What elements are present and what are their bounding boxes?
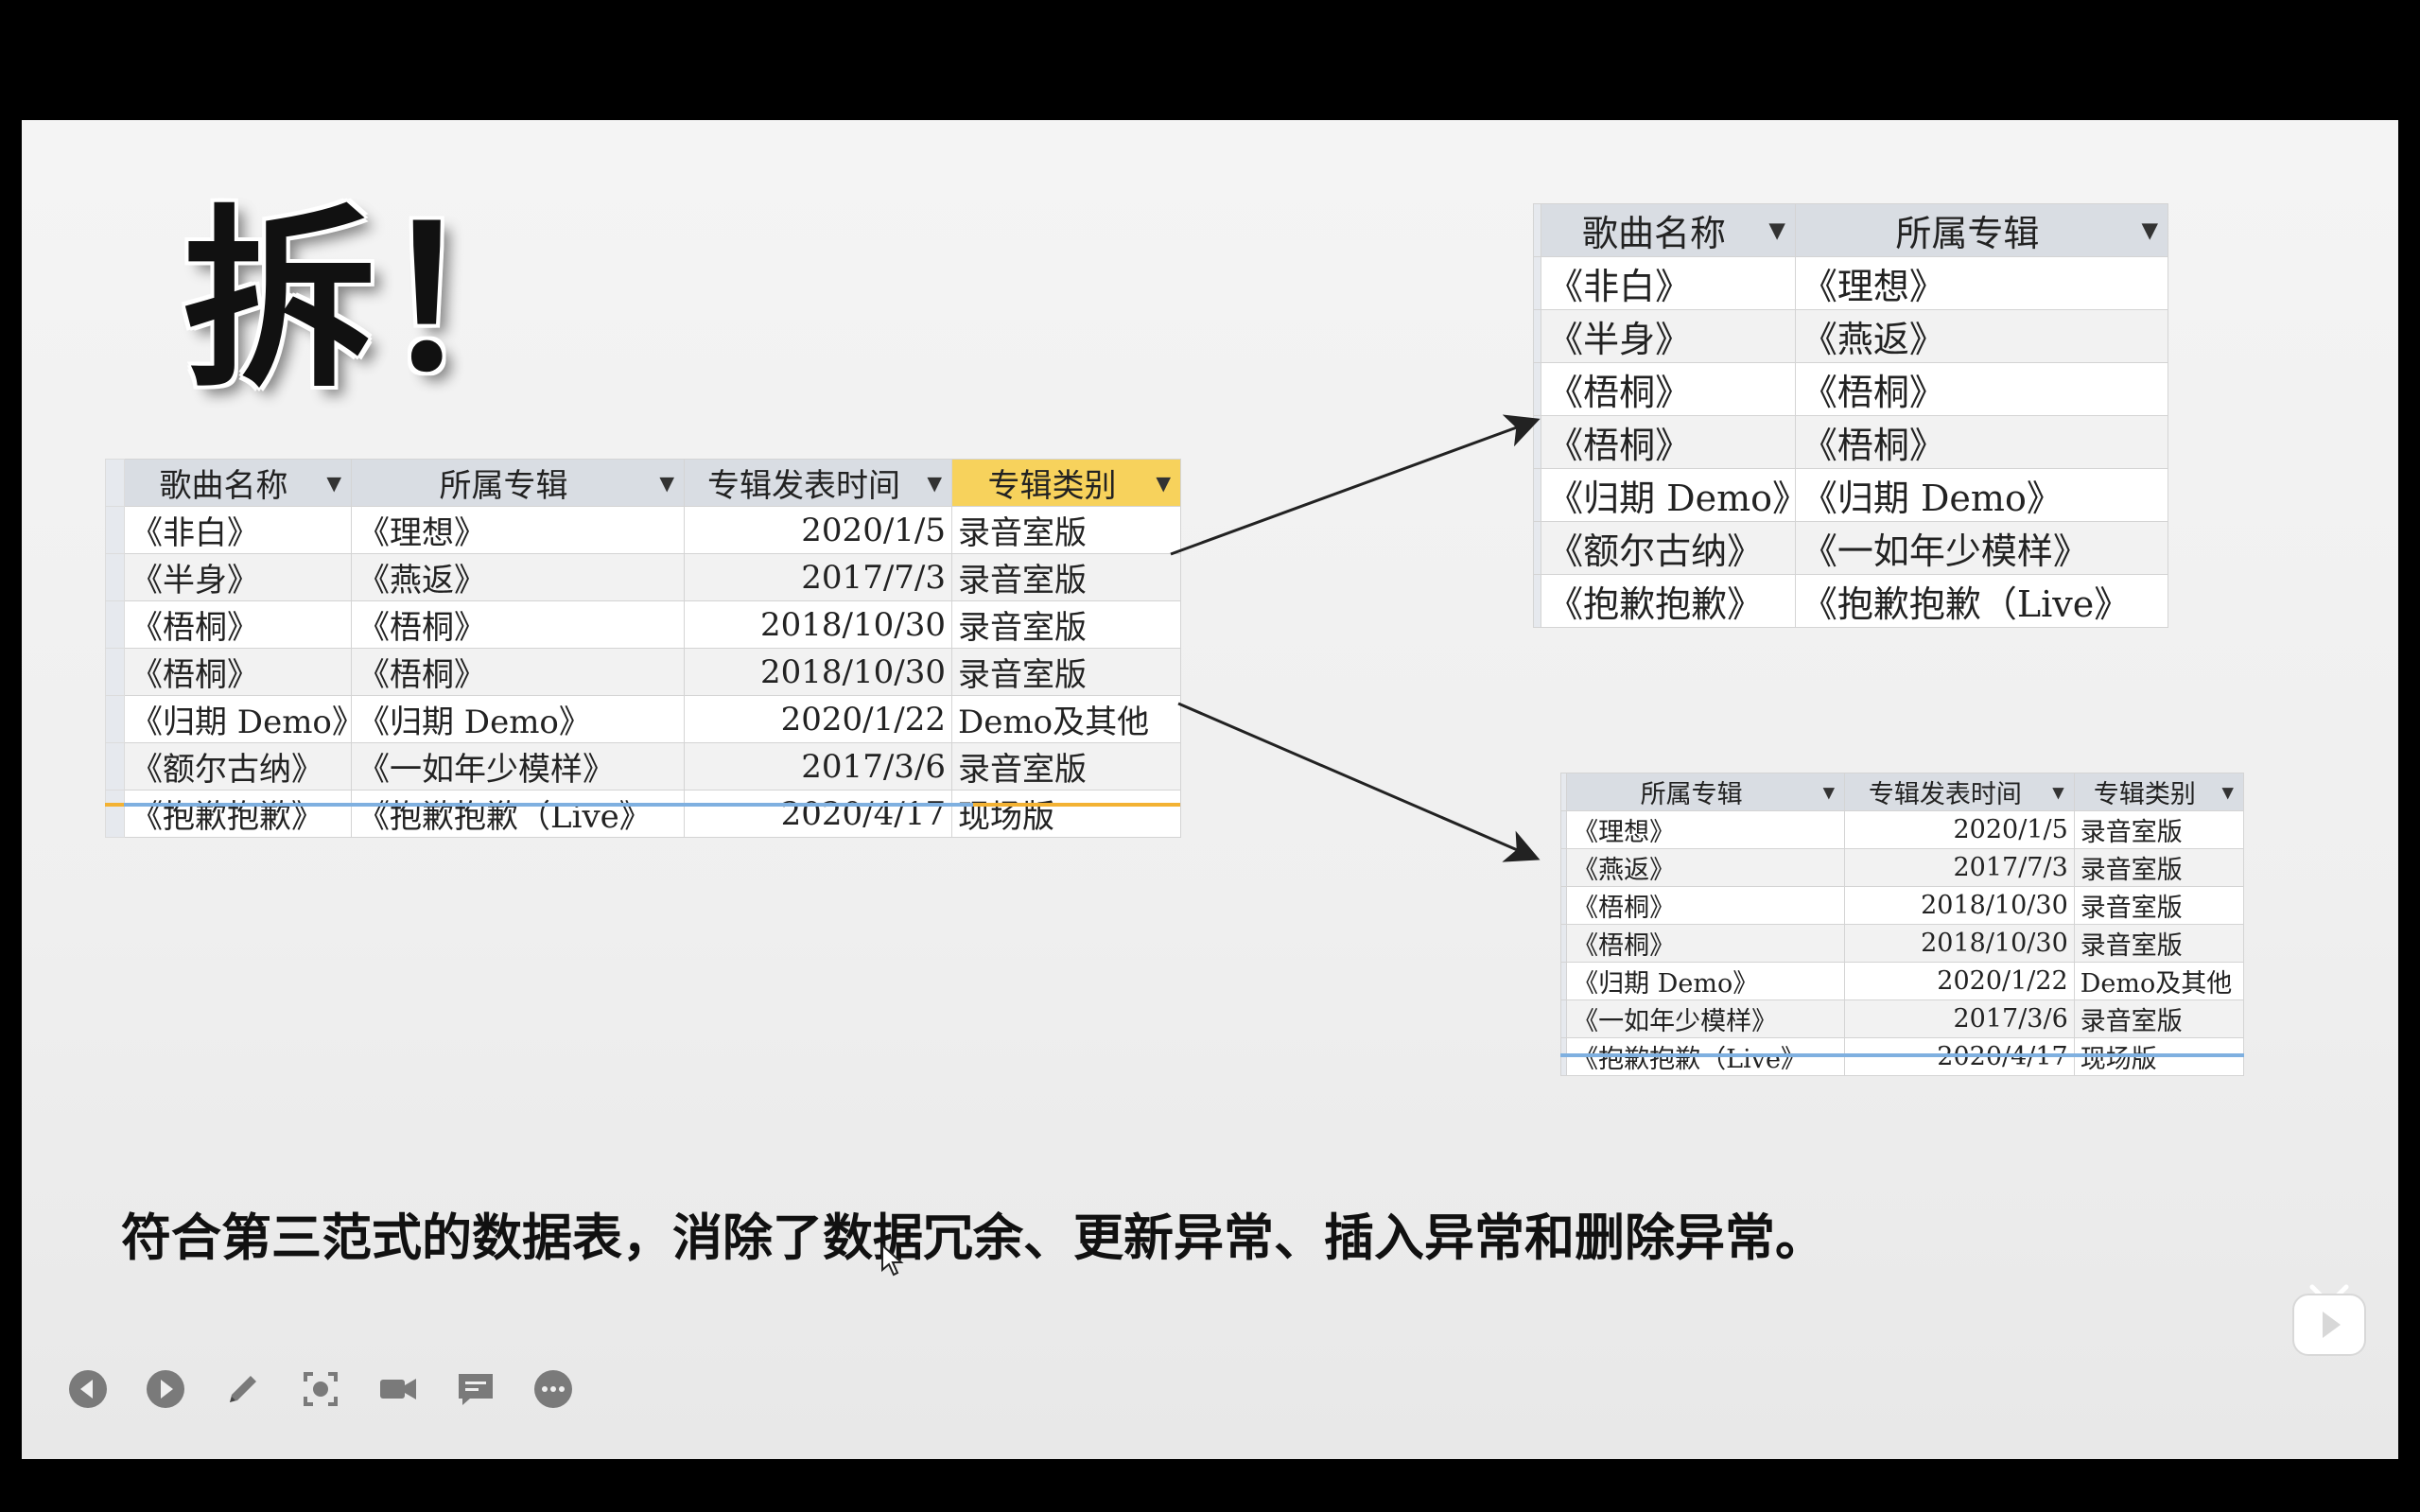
arrow-to-song-table [1170,414,1541,556]
mouse-cursor-icon [881,1243,904,1277]
screenshot-icon[interactable] [297,1365,344,1413]
presentation-toolbar [64,1365,577,1413]
comment-icon[interactable] [452,1365,499,1413]
more-icon[interactable] [530,1365,577,1413]
next-icon[interactable] [142,1365,189,1413]
arrow-to-album-table [1177,702,1541,862]
prev-icon[interactable] [64,1365,112,1413]
slide-caption: 符合第三范式的数据表，消除了数据冗余、更新异常、插入异常和删除异常。 [121,1209,1825,1267]
pen-icon[interactable] [219,1365,267,1413]
video-player-icon[interactable] [2289,1281,2369,1361]
slide: 拆！ 歌曲名称 ▼ 所属专辑 ▼ 专辑发表时间 ▼ 专辑类别 ▼ 《非白》 《理想》 202… [22,120,2398,1459]
camera-icon[interactable] [374,1365,422,1413]
